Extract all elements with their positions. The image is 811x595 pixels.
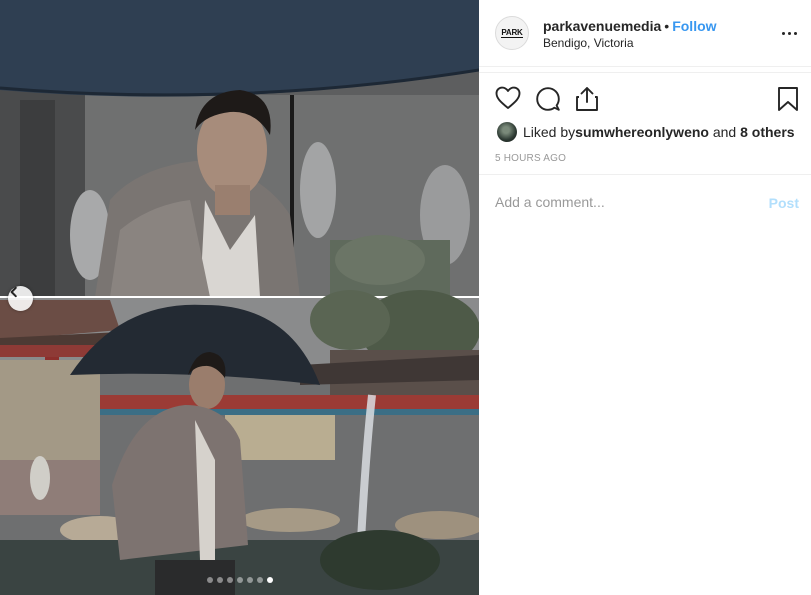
avatar-logo-text: PARK <box>501 28 523 38</box>
comment-icon[interactable] <box>535 86 561 112</box>
carousel-dot <box>226 577 233 583</box>
likes-others-link[interactable]: 8 others <box>740 124 794 140</box>
carousel-dot <box>206 577 213 583</box>
user-line: parkavenuemedia • Follow <box>543 18 717 34</box>
post-comment-button[interactable]: Post <box>769 195 799 211</box>
post-sidebar: PARK parkavenuemedia • Follow Bendigo, Vic… <box>479 0 811 595</box>
bookmark-icon[interactable] <box>777 86 799 112</box>
action-bar <box>495 86 799 112</box>
share-icon[interactable] <box>575 86 599 112</box>
follow-button[interactable]: Follow <box>672 18 716 34</box>
liker-avatar[interactable] <box>497 122 517 142</box>
carousel-dot <box>216 577 223 583</box>
comment-input[interactable] <box>495 194 735 210</box>
carousel-dot <box>236 577 243 583</box>
post-timestamp[interactable]: 5 HOURS AGO <box>495 153 566 164</box>
carousel-dot <box>246 577 253 583</box>
heart-icon[interactable] <box>495 86 521 110</box>
location-link[interactable]: Bendigo, Victoria <box>543 36 634 50</box>
carousel-indicator <box>0 577 479 583</box>
post-photo[interactable] <box>0 0 479 595</box>
carousel-prev-button[interactable] <box>8 286 33 311</box>
comment-section: Post <box>479 174 811 230</box>
more-options-icon[interactable] <box>779 24 799 42</box>
avatar[interactable]: PARK <box>495 16 529 50</box>
photo-image <box>0 0 479 595</box>
likes-middle: and <box>708 124 741 140</box>
chevron-left-icon <box>10 286 17 298</box>
post-header: PARK parkavenuemedia • Follow Bendigo, Vic… <box>479 0 811 67</box>
carousel-dot <box>266 577 273 583</box>
header-divider <box>479 72 811 73</box>
username-link[interactable]: parkavenuemedia <box>543 18 661 34</box>
carousel-dot <box>256 577 263 583</box>
likes-prefix: Liked by <box>523 124 576 140</box>
likes-summary: Liked by sumwhereonlyweno and 8 others <box>497 122 795 142</box>
separator-dot: • <box>664 18 670 34</box>
liker-username-link[interactable]: sumwhereonlyweno <box>575 124 709 140</box>
